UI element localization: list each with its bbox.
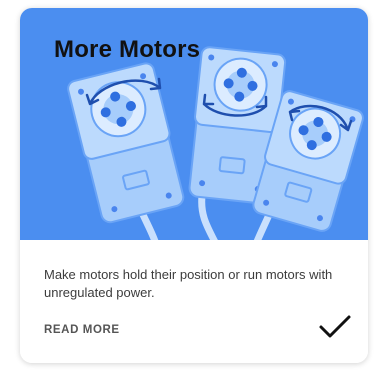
card-hero: More Motors — [20, 8, 368, 240]
lesson-card[interactable]: More Motors Make motors hold their posit… — [20, 8, 368, 363]
card-body: Make motors hold their position or run m… — [20, 240, 368, 363]
check-icon[interactable] — [318, 313, 352, 341]
read-more-link[interactable]: READ MORE — [44, 324, 120, 336]
motor-left — [67, 62, 185, 224]
card-title: More Motors — [54, 36, 201, 63]
card-description: Make motors hold their position or run m… — [44, 267, 333, 300]
